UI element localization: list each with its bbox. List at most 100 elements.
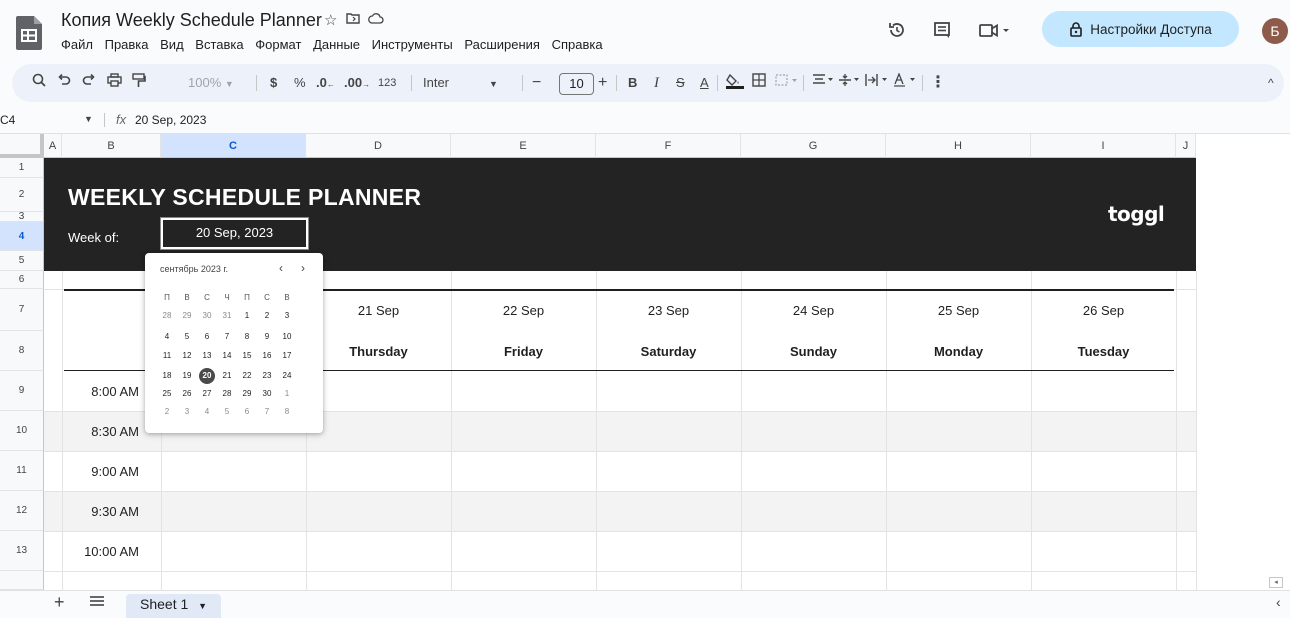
horizontal-align-icon[interactable] [812, 73, 836, 93]
day-option[interactable]: 5 [217, 406, 237, 418]
day-option[interactable]: 1 [277, 388, 297, 400]
day-option[interactable]: 7 [217, 331, 237, 343]
day-cell[interactable]: Tuesday [1031, 344, 1176, 359]
time-cell[interactable]: 8:30 AM [44, 424, 161, 439]
column-header-c[interactable]: C [161, 134, 306, 158]
column-header-e[interactable]: E [451, 134, 596, 158]
text-rotation-icon[interactable] [893, 72, 919, 93]
prev-month-icon[interactable]: ‹ [274, 261, 288, 275]
text-color-icon[interactable]: A [700, 73, 709, 93]
row-header-14[interactable] [0, 571, 44, 590]
menu-insert[interactable]: Вставка [195, 37, 243, 52]
row-header-8[interactable]: 8 [0, 331, 44, 371]
day-option[interactable]: 23 [257, 370, 277, 382]
day-option[interactable]: 6 [197, 331, 217, 343]
column-header-f[interactable]: F [596, 134, 741, 158]
day-option[interactable]: 12 [177, 350, 197, 362]
merge-cells-icon[interactable] [775, 73, 799, 93]
all-sheets-icon[interactable] [90, 594, 104, 611]
zoom-select[interactable]: 100% ▼ [188, 73, 234, 94]
row-header-12[interactable]: 12 [0, 491, 44, 531]
number-format-button[interactable]: 123 [378, 73, 396, 93]
add-sheet-button[interactable]: + [54, 592, 65, 613]
move-folder-icon[interactable] [346, 11, 360, 28]
increase-decimal-button[interactable]: .00→ [344, 73, 370, 95]
day-option[interactable]: 14 [217, 350, 237, 362]
redo-icon[interactable] [82, 73, 96, 93]
formula-input[interactable]: 20 Sep, 2023 [135, 113, 206, 127]
day-option[interactable]: 29 [237, 388, 257, 400]
menu-file[interactable]: Файл [61, 37, 93, 52]
borders-icon[interactable] [752, 73, 766, 93]
undo-icon[interactable] [57, 73, 71, 93]
day-cell[interactable]: Saturday [596, 344, 741, 359]
day-option[interactable]: 9 [257, 331, 277, 343]
day-option[interactable]: 2 [157, 406, 177, 418]
menu-help[interactable]: Справка [552, 37, 603, 52]
fill-color-icon[interactable] [726, 73, 744, 95]
time-cell[interactable]: 9:30 AM [44, 504, 161, 519]
day-cell[interactable]: Sunday [741, 344, 886, 359]
row-header-9[interactable]: 9 [0, 371, 44, 411]
day-option[interactable]: 30 [197, 310, 217, 322]
day-option[interactable]: 25 [157, 388, 177, 400]
day-option[interactable]: 21 [217, 370, 237, 382]
percent-format-button[interactable]: % [294, 73, 306, 93]
search-icon[interactable] [32, 73, 46, 93]
day-cell[interactable]: Monday [886, 344, 1031, 359]
paint-format-icon[interactable] [132, 73, 146, 94]
version-history-icon[interactable] [885, 20, 909, 44]
row-header-11[interactable]: 11 [0, 451, 44, 491]
day-option[interactable]: 16 [257, 350, 277, 362]
document-title[interactable]: Копия Weekly Schedule Planner [61, 10, 322, 31]
italic-button[interactable]: I [654, 73, 659, 93]
date-cell[interactable]: 21 Sep [306, 303, 451, 318]
day-option[interactable]: 24 [277, 370, 297, 382]
date-cell[interactable]: 24 Sep [741, 303, 886, 318]
day-option[interactable]: 31 [217, 310, 237, 322]
decrease-decimal-button[interactable]: .0← [316, 73, 335, 95]
share-button[interactable]: Настройки Доступа [1042, 11, 1239, 47]
selected-day-option[interactable]: 20 [199, 368, 215, 384]
cloud-status-icon[interactable] [368, 11, 384, 28]
day-option[interactable]: 3 [277, 310, 297, 322]
day-option[interactable]: 5 [177, 331, 197, 343]
day-option[interactable]: 10 [277, 331, 297, 343]
day-option[interactable]: 1 [237, 310, 257, 322]
date-cell[interactable]: 23 Sep [596, 303, 741, 318]
column-header-g[interactable]: G [741, 134, 886, 158]
name-box[interactable]: C4 [0, 113, 15, 127]
date-cell[interactable]: 22 Sep [451, 303, 596, 318]
day-option[interactable]: 18 [157, 370, 177, 382]
day-option[interactable]: 22 [237, 370, 257, 382]
day-option[interactable]: 7 [257, 406, 277, 418]
text-wrapping-icon[interactable] [864, 73, 890, 93]
sheet-tab-dropdown-icon[interactable]: ▼ [198, 601, 207, 611]
increase-font-size-button[interactable]: + [598, 73, 607, 93]
more-options-icon[interactable]: ⋮ [930, 73, 946, 93]
menu-extensions[interactable]: Расширения [464, 37, 540, 52]
day-option[interactable]: 28 [217, 388, 237, 400]
name-box-dropdown-icon[interactable]: ▼ [84, 114, 93, 124]
column-header-j[interactable]: J [1176, 134, 1196, 158]
sheet-tab[interactable]: Sheet 1 ▼ [126, 594, 222, 618]
day-option[interactable]: 4 [157, 331, 177, 343]
menu-format[interactable]: Формат [255, 37, 301, 52]
row-header-10[interactable]: 10 [0, 411, 44, 451]
column-header-h[interactable]: H [886, 134, 1031, 158]
day-option[interactable]: 2 [257, 310, 277, 322]
day-option[interactable]: 15 [237, 350, 257, 362]
day-option[interactable]: 11 [157, 350, 177, 362]
bold-button[interactable]: B [628, 73, 637, 93]
decrease-font-size-button[interactable]: − [532, 73, 541, 93]
day-option[interactable]: 27 [197, 388, 217, 400]
day-option[interactable]: 17 [277, 350, 297, 362]
menu-view[interactable]: Вид [160, 37, 184, 52]
meet-icon[interactable] [975, 20, 1015, 44]
comments-icon[interactable] [930, 20, 954, 44]
next-month-icon[interactable]: › [296, 261, 310, 275]
scroll-left-arrow-icon[interactable]: ◂ [1269, 577, 1283, 588]
day-option[interactable]: 8 [277, 406, 297, 418]
row-header-13[interactable]: 13 [0, 531, 44, 571]
font-select[interactable]: Inter ▼ [423, 73, 498, 94]
